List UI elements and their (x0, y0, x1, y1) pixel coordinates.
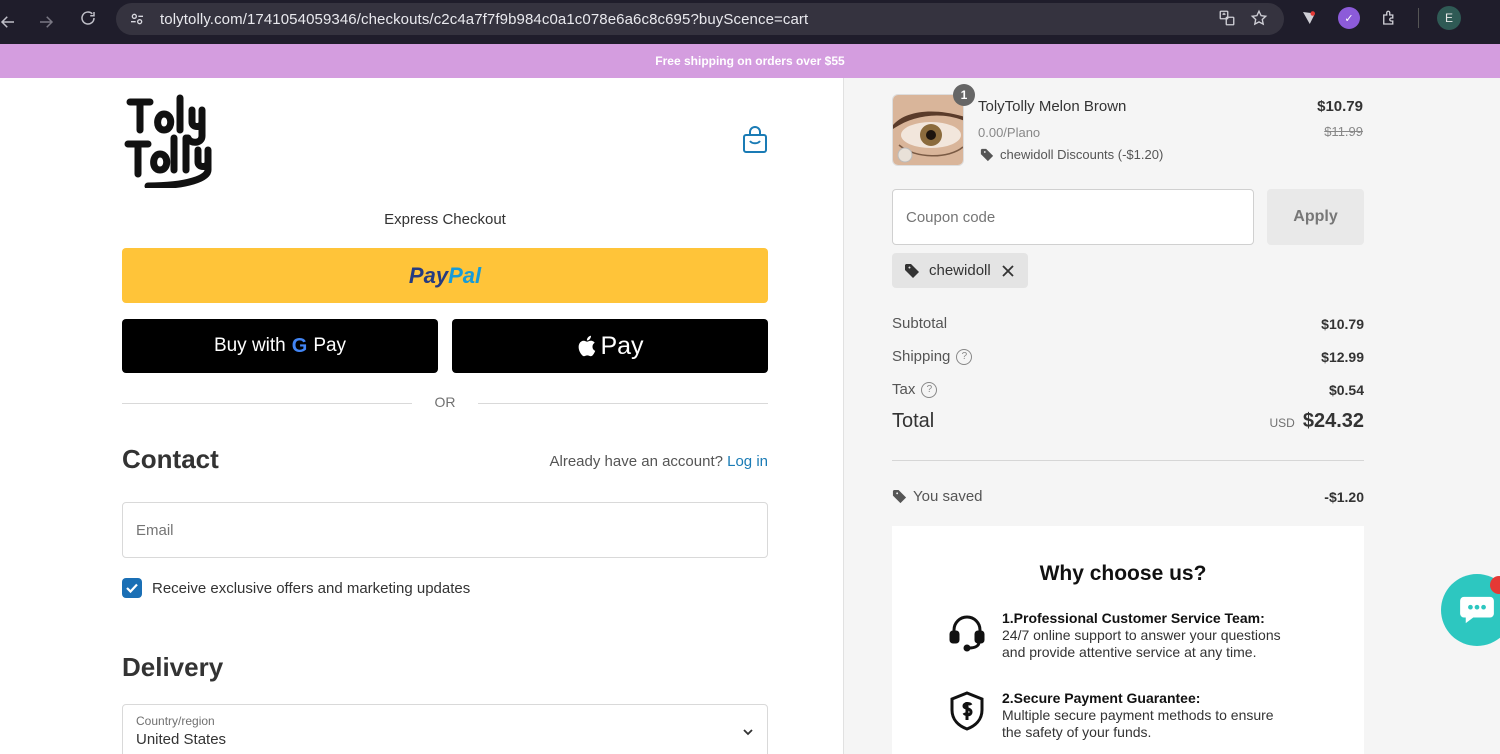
or-text: OR (434, 394, 456, 410)
account-prompt: Already have an account? Log in (550, 453, 769, 470)
tax-value: $0.54 (1328, 381, 1364, 398)
help-icon[interactable]: ? (921, 381, 938, 398)
marketing-opt-in[interactable]: Receive exclusive offers and marketing u… (122, 578, 470, 598)
chevron-down-icon (743, 729, 753, 736)
why-title: Why choose us? (1039, 562, 1207, 585)
remove-coupon-icon[interactable] (1000, 263, 1016, 279)
saved-value: -$1.20 (1324, 488, 1364, 505)
total-value: $24.32 (1302, 410, 1364, 432)
saved-label: You saved (913, 488, 983, 505)
product-thumbnail (892, 94, 964, 166)
paypal-wordmark-pal: Pal (448, 262, 482, 288)
toolbar-separator (1418, 8, 1419, 28)
applied-coupon-code: chewidoll (929, 262, 991, 279)
express-checkout-title: Express Checkout (384, 211, 506, 228)
product-compare-price: $11.99 (1324, 124, 1363, 139)
feature-secure-payment: 2.Secure Payment Guarantee: Multiple sec… (946, 690, 1274, 740)
extension-shield-icon[interactable] (1298, 7, 1320, 29)
help-icon[interactable]: ? (956, 348, 973, 365)
product-variant: 0.00/Plano (978, 125, 1041, 140)
announcement-bar: Free shipping on orders over $55 (0, 44, 1500, 78)
gpay-prefix: Buy with (213, 335, 286, 356)
product-price: $10.79 (1317, 98, 1363, 115)
extension-purple-icon[interactable]: ✓ (1338, 7, 1360, 29)
url-text: tolytolly.com/1741054059346/checkouts/c2… (160, 10, 809, 28)
paypal-button[interactable]: Pay Pal (122, 248, 768, 303)
login-link[interactable]: Log in (727, 453, 768, 470)
product-discount-text: chewidoll Discounts (-$1.20) (1000, 147, 1164, 162)
applepay-label: Pay (600, 331, 644, 360)
shipping-value: $12.99 (1321, 348, 1364, 365)
bookmark-star-icon[interactable] (1250, 9, 1268, 32)
profile-avatar[interactable]: E (1437, 6, 1461, 30)
feature-title: 2.Secure Payment Guarantee: (1002, 690, 1201, 706)
announcement-text: Free shipping on orders over $55 (655, 54, 845, 68)
marketing-checkbox[interactable] (122, 578, 142, 598)
tag-icon (905, 263, 919, 278)
google-pay-button[interactable]: Buy with G Pay (122, 319, 438, 373)
product-name: TolyTolly Melon Brown (978, 98, 1127, 115)
forward-icon[interactable] (32, 8, 60, 36)
subtotal-label: Subtotal (892, 315, 948, 332)
apply-coupon-button[interactable]: Apply (1267, 189, 1364, 245)
tax-label: Tax (892, 381, 916, 398)
feature-customer-service: 1.Professional Customer Service Team: 24… (946, 610, 1281, 660)
translate-icon[interactable] (1218, 9, 1236, 32)
browser-toolbar: tolytolly.com/1741054059346/checkouts/c2… (0, 0, 1500, 44)
paypal-wordmark-pay: Pay (408, 262, 449, 288)
apple-logo-icon (579, 335, 596, 357)
chat-bubble-icon (1460, 596, 1494, 624)
gpay-label: Pay (313, 335, 347, 356)
country-select[interactable]: Country/region United States (122, 704, 768, 754)
tax-row: Tax? $0.54 (892, 381, 1364, 398)
divider-line-right (478, 403, 768, 404)
why-choose-us-card: Why choose us? 1.Professional Customer S… (892, 526, 1364, 754)
savings-row: You saved -$1.20 (892, 488, 1364, 505)
country-label: Country/region (136, 714, 215, 728)
feature-desc-line1: 24/7 online support to answer your quest… (1002, 627, 1281, 643)
shipping-label: Shipping (892, 348, 951, 365)
shipping-row: Shipping? $12.99 (892, 348, 1364, 365)
back-icon[interactable] (0, 8, 22, 36)
cart-bag-icon[interactable] (742, 126, 768, 154)
shield-dollar-icon (950, 691, 984, 731)
checkmark-icon (126, 583, 138, 594)
coupon-input[interactable] (892, 189, 1254, 245)
total-row: Total USD $24.32 (892, 410, 1364, 433)
apple-pay-button[interactable]: Pay (452, 319, 768, 373)
or-divider: OR (122, 394, 768, 412)
feature-desc-line1: Multiple secure payment methods to ensur… (1002, 707, 1274, 723)
currency-code: USD (1269, 416, 1295, 430)
email-input[interactable] (122, 502, 768, 558)
site-info-icon[interactable] (126, 8, 148, 30)
eye-lens-image (893, 95, 963, 165)
feature-title: 1.Professional Customer Service Team: (1002, 610, 1265, 626)
subtotal-row: Subtotal $10.79 (892, 315, 1364, 332)
contact-heading: Contact (122, 444, 219, 474)
google-g-icon: G (291, 334, 308, 357)
total-label: Total (892, 410, 935, 432)
tolytolly-logo[interactable] (122, 92, 214, 188)
quantity-badge: 1 (953, 84, 975, 106)
address-bar[interactable]: tolytolly.com/1741054059346/checkouts/c2… (116, 3, 1284, 35)
delivery-heading: Delivery (122, 652, 224, 682)
applied-coupon-chip: chewidoll (892, 253, 1028, 288)
country-value: United States (136, 731, 227, 748)
tag-icon (980, 148, 994, 161)
summary-divider (892, 460, 1364, 461)
tag-icon (892, 489, 907, 504)
marketing-label: Receive exclusive offers and marketing u… (152, 579, 471, 597)
feature-desc-line2: the safety of your funds. (1002, 724, 1152, 740)
subtotal-value: $10.79 (1321, 315, 1364, 332)
product-discount: chewidoll Discounts (-$1.20) (980, 147, 1163, 162)
headset-icon (949, 615, 985, 652)
extensions-puzzle-icon[interactable] (1378, 7, 1400, 29)
account-prompt-text: Already have an account? (549, 453, 723, 470)
feature-desc-line2: and provide attentive service at any tim… (1002, 644, 1257, 660)
reload-icon[interactable] (74, 4, 102, 32)
